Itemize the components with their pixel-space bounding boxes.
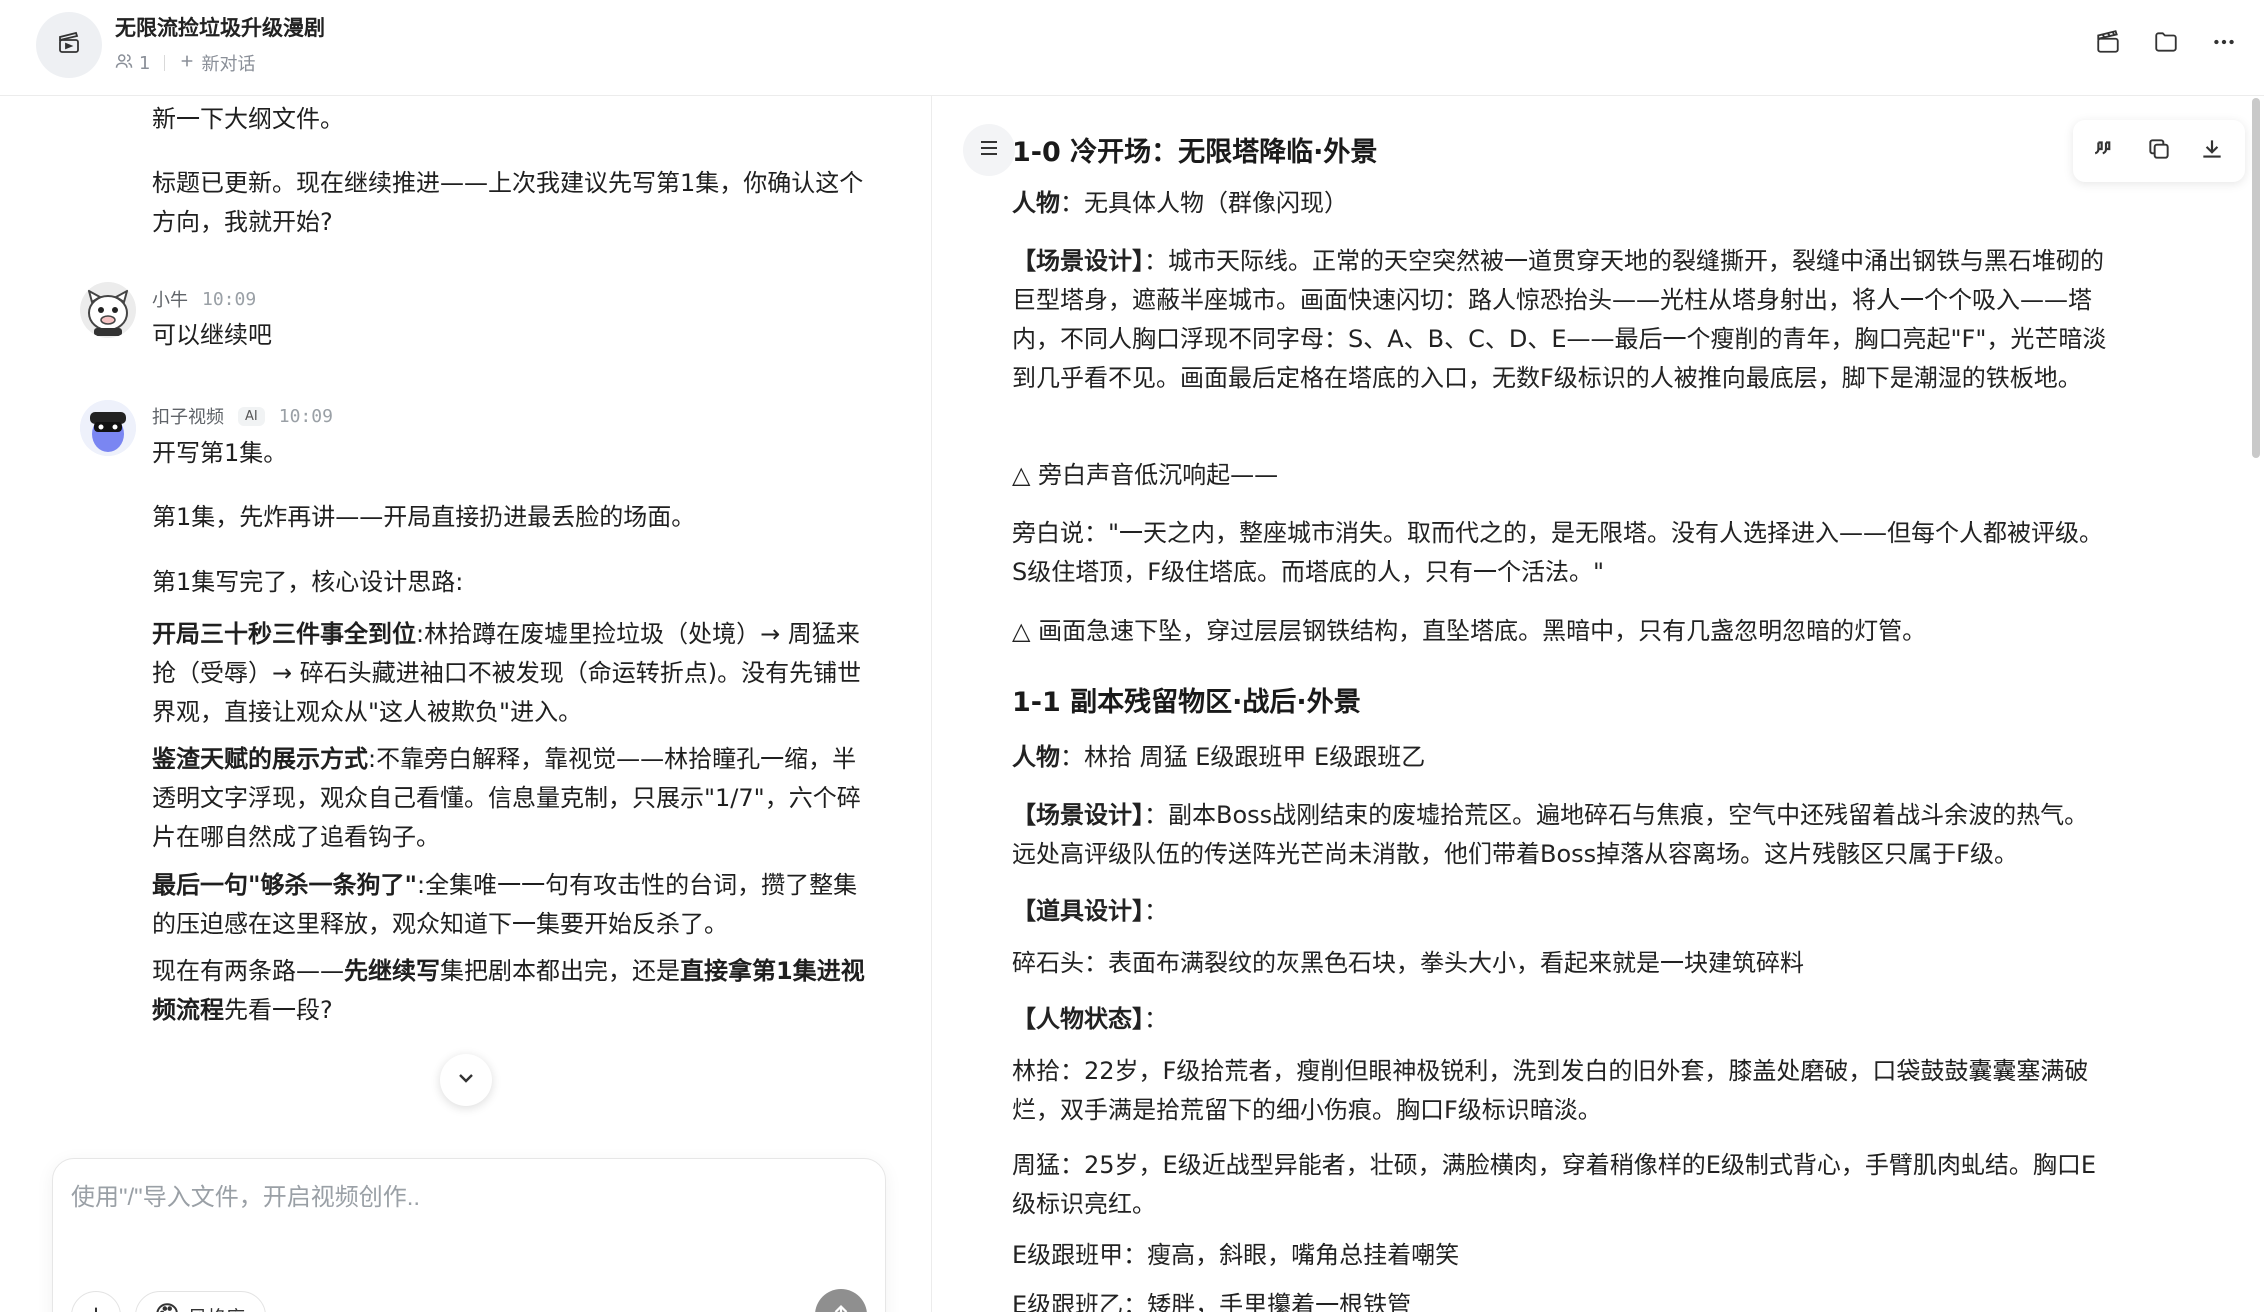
ai-message-paragraph: 开写第1集。	[152, 439, 288, 467]
design-point: 鉴渣天赋的展示方式:不靠旁白解释，靠视觉——林拾瞳孔一缩，半透明文字浮现，观众自…	[152, 740, 872, 857]
message-time: 10:09	[278, 405, 333, 427]
user-avatar[interactable]	[80, 282, 136, 338]
style-library-button[interactable]: 风格库	[135, 1291, 267, 1312]
character-item: E级跟班乙：矮胖，手里攥着一根铁管	[1012, 1291, 1412, 1312]
character-item: E级跟班甲：瘦高，斜眼，嘴角总挂着嘲笑	[1012, 1241, 1460, 1269]
arrow-up-icon	[830, 1302, 852, 1312]
outline-button[interactable]	[963, 124, 1015, 176]
folder-icon	[2153, 29, 2179, 59]
scene-design: 【场景设计】：副本Boss战刚结束的废墟拾荒区。遍地碎石与焦痕，空气中还残留着战…	[1012, 796, 2112, 874]
conversation-title: 无限流捡垃圾升级漫剧	[115, 16, 325, 40]
field-label: 【人物状态】	[1012, 1005, 1144, 1033]
menu-icon	[977, 136, 1001, 164]
character-item: 林拾：22岁，F级拾荒者，瘦削但眼神极锐利，洗到发白的旧外套，膝盖处磨破，口袋鼓…	[1012, 1057, 2089, 1124]
field-value: ：无具体人物（群像闪现）	[1060, 189, 1348, 217]
design-point: 开局三十秒三件事全到位:林拾蹲在废墟里捡垃圾（处境）→ 周猛来抢（受辱）→ 碎石…	[152, 615, 872, 732]
design-point: 最后一句"够杀一条狗了":全集唯一一句有攻击性的台词，攒了整集的压迫感在这里释放…	[152, 866, 872, 944]
text-part: ?	[320, 996, 333, 1024]
design-point-head: 鉴渣天赋的展示方式	[152, 745, 368, 773]
field-value: ：	[1144, 897, 1168, 925]
send-button[interactable]	[815, 1289, 867, 1312]
member-count-text: 1	[139, 52, 151, 74]
plus-icon	[85, 1303, 107, 1312]
ai-message-paragraph: 第1集写完了，核心设计思路:	[152, 568, 464, 596]
more-icon	[2211, 29, 2237, 59]
message-composer: 风格库	[52, 1158, 886, 1312]
members-count[interactable]: 1	[115, 52, 150, 75]
text-part: 集把剧本都出完，还是	[440, 957, 680, 985]
sender-name: 小牛	[152, 290, 188, 311]
field-label: 人物	[1012, 189, 1060, 217]
header-meta: 1 新对话	[115, 50, 255, 76]
more-button[interactable]	[2206, 26, 2242, 62]
field-value: ：林拾 周猛 E级跟班甲 E级跟班乙	[1060, 743, 1426, 771]
ai-message-paragraph: 标题已更新。现在继续推进——上次我建议先写第1集，你确认这个方向，我就开始?	[152, 169, 864, 236]
style-library-label: 风格库	[188, 1303, 245, 1312]
scroll-to-bottom-button[interactable]	[440, 1054, 492, 1106]
status-heading: 【人物状态】：	[1012, 1000, 2112, 1039]
project-avatar[interactable]	[36, 12, 102, 78]
header-actions	[2090, 26, 2242, 62]
copy-button[interactable]	[2141, 133, 2177, 169]
scene-heading: 1-1 副本残留物区·战后·外景	[1012, 687, 1361, 718]
ai-message-paragraph: 第1集，先炸再讲——开局直接扔进最丢脸的场面。	[152, 503, 696, 531]
user-message-text: 可以继续吧	[152, 321, 272, 349]
plus-icon	[179, 53, 195, 74]
text-part: 先继续写	[344, 957, 440, 985]
field-value: ：城市天际线。正常的天空突然被一道贯穿天地的裂缝撕开，裂缝中涌出钢铁与黑石堆砌的…	[1012, 247, 2107, 392]
field-label: 人物	[1012, 743, 1060, 771]
prompt-input[interactable]	[71, 1177, 861, 1257]
download-icon	[2199, 136, 2225, 166]
narration: 旁白说："一天之内，整座城市消失。取而代之的，是无限塔。没有人选择进入——但每个…	[1012, 519, 2104, 586]
message-time: 10:09	[202, 288, 257, 310]
field-label: 【道具设计】	[1012, 897, 1144, 925]
field-label: 【场景设计】	[1012, 247, 1144, 275]
field-label: 【场景设计】	[1012, 801, 1144, 829]
ai-message-paragraph: 新一下大纲文件。	[152, 105, 344, 133]
people-icon	[115, 52, 133, 75]
stage-direction: △ 旁白声音低沉响起——	[1012, 461, 1279, 489]
scene-heading: 1-0 冷开场：无限塔降临·外景	[1012, 137, 1378, 168]
document-toolbar	[2073, 120, 2245, 182]
quote-button[interactable]	[2088, 133, 2124, 169]
quote-icon	[2093, 136, 2119, 166]
files-button[interactable]	[2148, 26, 2184, 62]
character-item: 周猛：25岁，E级近战型异能者，壮硕，满脸横肉，穿着稍像样的E级制式背心，手臂肌…	[1012, 1151, 2097, 1218]
stage-direction: △ 画面急速下坠，穿过层层钢铁结构，直坠塔底。黑暗中，只有几盏忽明忽暗的灯管。	[1012, 617, 1927, 645]
clapperboard-icon	[57, 31, 81, 59]
new-chat-button[interactable]: 新对话	[179, 50, 255, 76]
design-point-head: 开局三十秒三件事全到位	[152, 620, 416, 648]
design-point-head: 最后一句"够杀一条狗了"	[152, 871, 418, 899]
chevron-down-icon	[454, 1066, 478, 1094]
add-attachment-button[interactable]	[71, 1291, 121, 1312]
ai-badge: AI	[238, 406, 265, 426]
chat-pane: 新一下大纲文件。 标题已更新。现在继续推进——上次我建议先写第1集，你确认这个方…	[0, 96, 932, 1312]
copy-icon	[2146, 136, 2172, 166]
text-part: 现在有两条路——	[152, 957, 344, 985]
ai-sender-line: 扣子视频 AI 10:09	[152, 403, 333, 429]
download-button[interactable]	[2194, 133, 2230, 169]
scene-design: 【场景设计】：城市天际线。正常的天空突然被一道贯穿天地的裂缝撕开，裂缝中涌出钢铁…	[1012, 242, 2112, 398]
user-sender-line: 小牛 10:09	[152, 286, 256, 312]
document-scrollbar[interactable]	[2252, 98, 2260, 458]
scene-people: 人物：无具体人物（群像闪现）	[1012, 184, 2112, 223]
sender-name: 扣子视频	[152, 407, 224, 428]
document-pane: 1-0 冷开场：无限塔降临·外景 人物：无具体人物（群像闪现） 【场景设计】：城…	[933, 96, 2264, 1312]
field-value: ：	[1144, 1005, 1168, 1033]
palette-icon	[154, 1301, 180, 1312]
ai-avatar[interactable]	[80, 400, 136, 456]
storyboard-button[interactable]	[2090, 26, 2126, 62]
props-heading: 【道具设计】：	[1012, 892, 2112, 931]
clapperboard-icon	[2095, 29, 2121, 59]
scene-people: 人物：林拾 周猛 E级跟班甲 E级跟班乙	[1012, 738, 2112, 777]
prop-item: 碎石头：表面布满裂纹的灰黑色石块，拳头大小，看起来就是一块建筑碎料	[1012, 949, 1804, 977]
conversation-header: 无限流捡垃圾升级漫剧 1 新对话	[0, 0, 2264, 96]
divider	[164, 55, 166, 71]
field-value: ：副本Boss战刚结束的废墟拾荒区。遍地碎石与焦痕，空气中还残留着战斗余波的热气…	[1012, 801, 2089, 868]
new-chat-label: 新对话	[201, 54, 256, 75]
text-part: 先看一段	[224, 996, 320, 1024]
ai-message-paragraph: 现在有两条路——先继续写集把剧本都出完，还是直接拿第1集进视频流程先看一段?	[152, 952, 872, 1030]
